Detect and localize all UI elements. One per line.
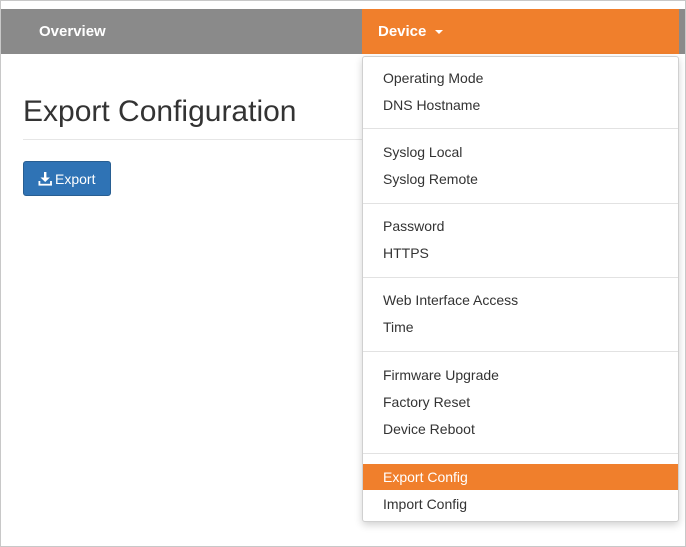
menu-divider	[363, 203, 678, 204]
menu-divider	[363, 351, 678, 352]
menu-item-label: Import Config	[383, 496, 468, 512]
menu-item-operating-mode[interactable]: Operating Mode	[363, 65, 678, 91]
navbar-edge	[679, 9, 685, 54]
menu-item-label: Syslog Local	[383, 144, 463, 160]
menu-item-label: Export Config	[383, 469, 468, 485]
menu-item-password[interactable]: Password	[363, 213, 678, 239]
device-dropdown-menu: Operating Mode DNS Hostname Syslog Local…	[362, 56, 679, 522]
nav-overview[interactable]: Overview	[1, 9, 144, 54]
menu-item-factory-reset[interactable]: Factory Reset	[363, 389, 678, 415]
download-icon	[38, 172, 52, 186]
menu-divider	[363, 128, 678, 129]
caret-down-icon	[435, 30, 443, 34]
menu-item-import-config[interactable]: Import Config	[363, 491, 678, 517]
page-title: Export Configuration	[23, 95, 297, 128]
menu-divider	[363, 453, 678, 454]
title-divider	[23, 139, 362, 140]
top-navbar: Overview Device	[1, 9, 685, 54]
export-button[interactable]: Export	[23, 161, 111, 196]
menu-divider	[363, 277, 678, 278]
menu-item-web-interface-access[interactable]: Web Interface Access	[363, 287, 678, 313]
menu-item-label: DNS Hostname	[383, 97, 481, 113]
nav-device-menu[interactable]: Device	[362, 9, 679, 54]
menu-item-label: Operating Mode	[383, 70, 484, 86]
menu-item-label: Time	[383, 319, 414, 335]
menu-item-syslog-local[interactable]: Syslog Local	[363, 139, 678, 165]
app-frame: Overview Device Export Configuration Exp…	[0, 0, 686, 547]
menu-item-label: Factory Reset	[383, 394, 471, 410]
menu-item-export-config[interactable]: Export Config	[363, 464, 678, 490]
menu-item-firmware-upgrade[interactable]: Firmware Upgrade	[363, 362, 678, 388]
menu-item-label: Syslog Remote	[383, 171, 478, 187]
menu-item-time[interactable]: Time	[363, 314, 678, 340]
menu-item-syslog-remote[interactable]: Syslog Remote	[363, 166, 678, 192]
menu-item-label: Device Reboot	[383, 421, 475, 437]
menu-item-device-reboot[interactable]: Device Reboot	[363, 416, 678, 442]
menu-item-label: HTTPS	[383, 245, 429, 261]
export-button-label: Export	[55, 171, 96, 187]
menu-item-label: Web Interface Access	[383, 292, 519, 308]
menu-item-https[interactable]: HTTPS	[363, 240, 678, 266]
menu-item-dns-hostname[interactable]: DNS Hostname	[363, 92, 678, 118]
nav-device-label: Device	[378, 23, 427, 40]
menu-item-label: Password	[383, 218, 445, 234]
menu-item-label: Firmware Upgrade	[383, 367, 499, 383]
